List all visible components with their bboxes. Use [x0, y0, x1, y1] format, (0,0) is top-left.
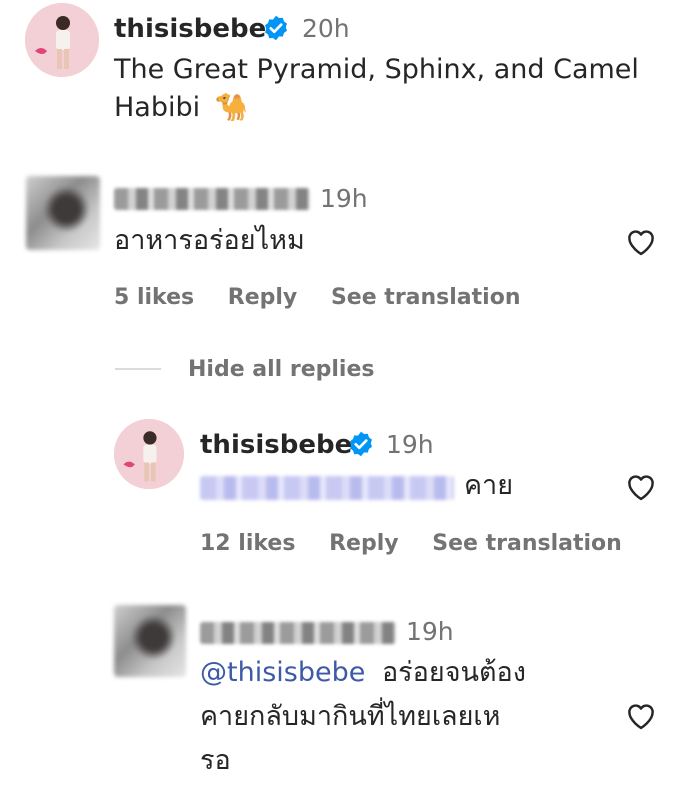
comment-text: อาหารอร่อยไหม: [114, 225, 305, 256]
commenter-username-blurred[interactable]: [114, 188, 310, 210]
reply-mention-blurred[interactable]: [200, 476, 454, 500]
see-translation-button[interactable]: See translation: [331, 285, 521, 310]
verified-badge-icon: [350, 431, 372, 457]
post-caption-line1: The Great Pyramid, Sphinx, and Camel: [114, 54, 639, 85]
reply-button[interactable]: Reply: [228, 285, 298, 310]
comment-time[interactable]: 19h: [320, 184, 368, 213]
post-avatar[interactable]: [25, 3, 99, 77]
post-time[interactable]: 20h: [302, 14, 350, 43]
reply-text: คาย: [464, 470, 514, 501]
replies-divider: [115, 368, 161, 370]
reply-likes[interactable]: 12 likes: [200, 531, 295, 556]
caption-text: Habibi: [114, 92, 201, 123]
reply-time[interactable]: 19h: [386, 430, 434, 459]
comment-likes[interactable]: 5 likes: [114, 285, 194, 310]
reply2-text-line1: @thisisbebe อร่อยจนต้อง: [200, 655, 526, 691]
verified-badge-icon: [265, 15, 287, 41]
comment-actions: 5 likes Reply See translation: [114, 285, 547, 310]
post-caption-line2: Habibi 🐪: [114, 90, 248, 126]
reply2-avatar[interactable]: [114, 605, 186, 677]
mention-link[interactable]: @thisisbebe: [200, 657, 365, 688]
like-heart-icon[interactable]: [624, 700, 658, 730]
reply2-time[interactable]: 19h: [406, 617, 454, 646]
like-heart-icon[interactable]: [624, 226, 658, 256]
hide-replies-button[interactable]: Hide all replies: [188, 357, 374, 382]
post-username[interactable]: thisisbebe: [114, 14, 266, 44]
reply-actions: 12 likes Reply See translation: [200, 531, 648, 556]
reply2-text-line2: คายกลับมากินที่ไทยเลยเห: [200, 701, 501, 732]
reply2-text-line3: รอ: [200, 745, 231, 776]
commenter-avatar[interactable]: [26, 176, 100, 250]
camel-emoji-icon: 🐪: [214, 92, 249, 123]
reply-username[interactable]: thisisbebe: [200, 430, 352, 460]
reply2-text: อร่อยจนต้อง: [381, 657, 526, 688]
see-translation-button[interactable]: See translation: [432, 531, 622, 556]
reply2-username-blurred[interactable]: [200, 622, 396, 644]
reply-button[interactable]: Reply: [329, 531, 399, 556]
reply-avatar[interactable]: [114, 419, 184, 489]
like-heart-icon[interactable]: [624, 471, 658, 501]
